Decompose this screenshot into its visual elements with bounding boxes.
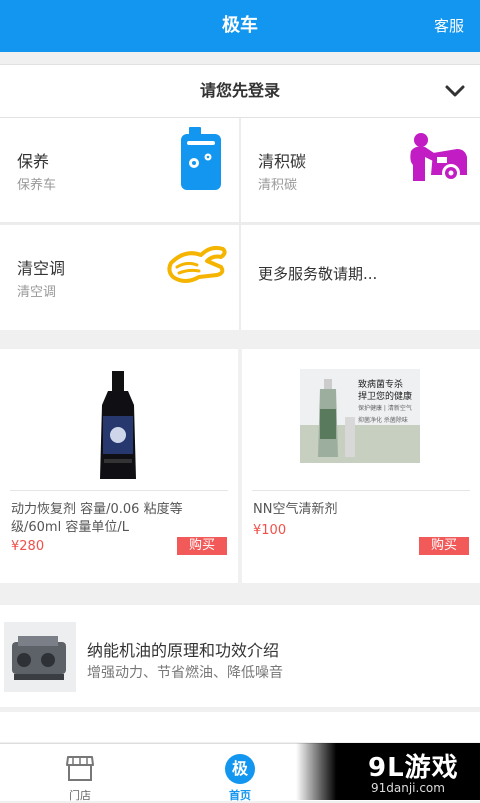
content-spacer [0, 712, 480, 742]
car-wash-icon [410, 133, 467, 182]
tab-label: 首页 [229, 789, 251, 802]
tab-label: 门店 [69, 789, 91, 802]
product-price: ¥280 [11, 539, 45, 554]
article-item[interactable]: 纳能机油的原理和功效介绍 增强动力、节省燃油、降低噪音 [0, 605, 480, 707]
card-divider [252, 490, 470, 491]
buy-button[interactable]: 购买 [177, 537, 227, 555]
watermark-brand: 9L游戏 [368, 753, 459, 783]
product-list: 动力恢复剂 容量/0.06 粘度等级/60ml 容量单位/L ¥280 购买 致… [0, 349, 480, 583]
air-conditioner-icon [167, 245, 227, 283]
product-name: 动力恢复剂 容量/0.06 粘度等级/60ml 容量单位/L [11, 502, 183, 535]
service-sub: 清空调 [17, 285, 57, 300]
product-card[interactable]: 动力恢复剂 容量/0.06 粘度等级/60ml 容量单位/L ¥280 购买 [0, 349, 238, 583]
buy-button[interactable]: 购买 [419, 537, 469, 555]
home-icon: 极 [225, 754, 255, 784]
service-maintenance[interactable]: 保养 保养车 [0, 118, 239, 223]
top-bar: 极车 客服 [0, 0, 480, 52]
login-bar[interactable]: 请您先登录 [0, 64, 480, 118]
product-price: ¥100 [253, 523, 287, 538]
product-name: NN空气清新剂 [253, 502, 338, 517]
air-freshener-image: 致病菌专杀 捍卫您的健康 保护健康 | 清新空气 抑菌净化 杀菌除味 [242, 361, 480, 481]
oil-can-icon [181, 127, 221, 190]
chevron-down-icon [445, 85, 465, 97]
banner-text: 致病菌专杀 捍卫您的健康 保护健康 | 清新空气 抑菌净化 杀菌除味 [358, 380, 413, 424]
service-sub: 清积碳 [258, 178, 298, 193]
watermark-logo: 9L游戏 91danji.com [296, 743, 480, 800]
tab-home[interactable]: 极 首页 [200, 744, 280, 802]
login-prompt: 请您先登录 [199, 81, 280, 100]
article-title: 纳能机油的原理和功效介绍 [87, 641, 280, 660]
service-sub: 保养车 [17, 178, 57, 193]
engine-thumbnail [4, 622, 76, 692]
service-ac-clean[interactable]: 清空调 清空调 [0, 225, 239, 330]
product-card[interactable]: 致病菌专杀 捍卫您的健康 保护健康 | 清新空气 抑菌净化 杀菌除味 NN空气清… [242, 349, 480, 583]
customer-service-button[interactable]: 客服 [434, 0, 464, 52]
service-more: 更多服务敬请期... [241, 225, 480, 330]
service-name: 清积碳 [258, 152, 307, 171]
service-name: 清空调 [17, 259, 66, 278]
service-name: 保养 [17, 152, 50, 171]
service-carbon-clean[interactable]: 清积碳 清积碳 [241, 118, 480, 223]
article-subtitle: 增强动力、节省燃油、降低噪音 [87, 665, 283, 681]
card-divider [10, 490, 228, 491]
tab-store[interactable]: 门店 [40, 744, 120, 802]
service-more-text: 更多服务敬请期... [258, 265, 378, 283]
app-title: 极车 [222, 15, 258, 36]
store-icon [66, 756, 94, 781]
engine-additive-bottle-image [100, 371, 136, 479]
grid-divider-horizontal [0, 222, 480, 225]
watermark-url: 91danji.com [371, 781, 445, 795]
